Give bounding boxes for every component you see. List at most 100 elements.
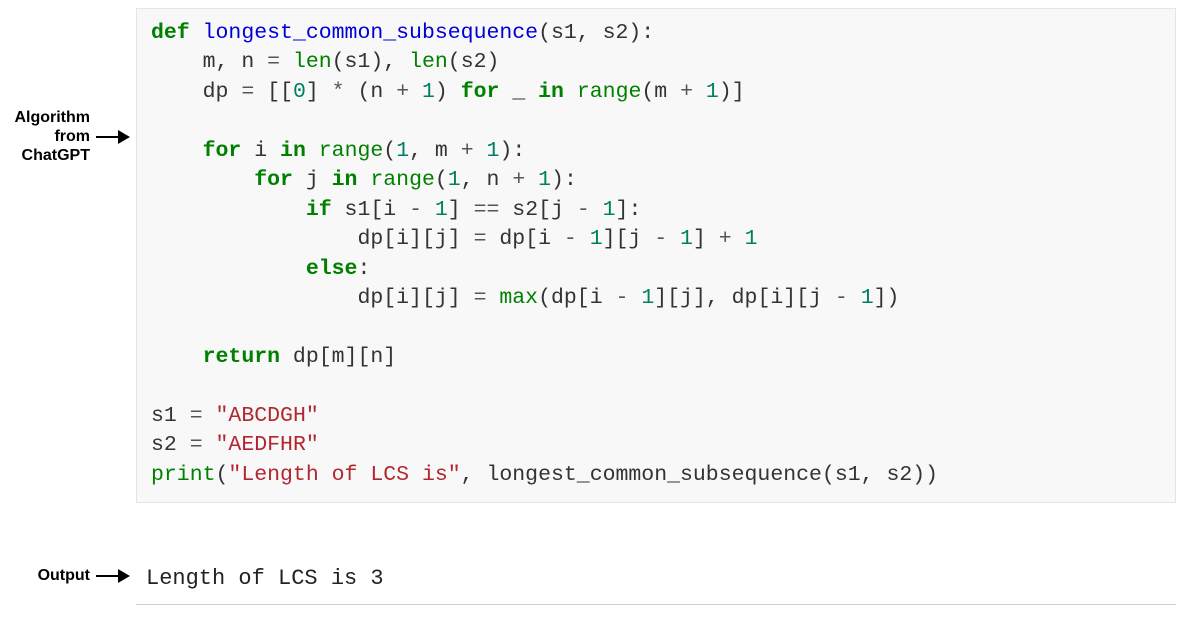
number: 1: [487, 139, 500, 163]
string-literal: "ABCDGH": [216, 404, 319, 428]
op: +: [680, 80, 693, 104]
op: +: [461, 139, 474, 163]
keyword-in: in: [332, 168, 358, 192]
op: -: [564, 227, 577, 251]
code-text: s1[i: [332, 198, 409, 222]
arrow-icon: [96, 130, 130, 144]
number: 1: [603, 198, 616, 222]
code-text: j: [293, 168, 332, 192]
code-text: (s1),: [332, 50, 409, 74]
code-text: dp[m][n]: [280, 345, 396, 369]
op: =: [267, 50, 280, 74]
code-text: s2: [151, 433, 190, 457]
builtin-max: max: [499, 286, 538, 310]
op: -: [835, 286, 848, 310]
number: 1: [435, 198, 448, 222]
number: 1: [590, 227, 603, 251]
code-text: ][j: [603, 227, 655, 251]
op: =: [474, 286, 487, 310]
code-text: ]:: [616, 198, 642, 222]
arrow-icon: [96, 569, 130, 583]
code-text: ,: [461, 168, 487, 192]
code-text: [306, 139, 319, 163]
code-text: ): [435, 80, 461, 104]
op: +: [396, 80, 409, 104]
divider: [136, 604, 1176, 605]
number: 1: [745, 227, 758, 251]
code-text: )]: [719, 80, 745, 104]
code-text: :: [357, 257, 370, 281]
code-text: (: [216, 463, 229, 487]
code-text: m, n: [203, 50, 268, 74]
builtin-range: range: [370, 168, 435, 192]
code-text: , longest_common_subsequence(s1, s2)): [461, 463, 938, 487]
code-text: s2[j: [499, 198, 576, 222]
code-text: (s2): [448, 50, 500, 74]
number: 1: [422, 80, 435, 104]
code-text: n: [487, 168, 513, 192]
builtin-range: range: [319, 139, 384, 163]
number: 1: [706, 80, 719, 104]
string-literal: "AEDFHR": [216, 433, 319, 457]
op: =: [241, 80, 254, 104]
code-text: [564, 80, 577, 104]
op: -: [616, 286, 629, 310]
keyword-def: def: [151, 21, 190, 45]
op: +: [719, 227, 732, 251]
op: ==: [474, 198, 500, 222]
code-text: ,: [409, 139, 435, 163]
code-text: ]): [874, 286, 900, 310]
number: 1: [861, 286, 874, 310]
number: 1: [680, 227, 693, 251]
op: +: [512, 168, 525, 192]
code-text: _: [499, 80, 538, 104]
code-text: ]: [306, 80, 332, 104]
code-text: (: [435, 168, 448, 192]
code-text: (s1, s2):: [538, 21, 654, 45]
code-text: ]: [448, 198, 474, 222]
keyword-if: if: [306, 198, 332, 222]
code-text: (n: [345, 80, 397, 104]
number: 1: [538, 168, 551, 192]
keyword-else: else: [306, 257, 358, 281]
code-text: [357, 168, 370, 192]
number: 0: [293, 80, 306, 104]
code-text: ):: [551, 168, 577, 192]
code-text: [280, 50, 293, 74]
algorithm-source-label: Algorithm from ChatGPT: [0, 108, 90, 166]
code-text: dp[i][j]: [357, 227, 473, 251]
code-text: dp: [203, 80, 242, 104]
code-text: m: [435, 139, 461, 163]
output-text: Length of LCS is 3: [146, 566, 384, 591]
code-text: (m: [641, 80, 680, 104]
code-text: dp[i][j]: [357, 286, 473, 310]
keyword-for: for: [254, 168, 293, 192]
op: =: [474, 227, 487, 251]
op: *: [332, 80, 345, 104]
code-text: dp[i: [486, 227, 563, 251]
keyword-for: for: [203, 139, 242, 163]
number: 1: [448, 168, 461, 192]
number: 1: [396, 139, 409, 163]
keyword-in: in: [280, 139, 306, 163]
code-text: [[: [254, 80, 293, 104]
code-text: ]: [693, 227, 719, 251]
builtin-print: print: [151, 463, 216, 487]
code-text: ][j], dp[i][j: [654, 286, 835, 310]
op: =: [190, 433, 203, 457]
builtin-len: len: [293, 50, 332, 74]
code-text: i: [241, 139, 280, 163]
keyword-return: return: [203, 345, 280, 369]
string-literal: "Length of LCS is": [228, 463, 460, 487]
code-block: def longest_common_subsequence(s1, s2): …: [136, 8, 1176, 503]
op: -: [654, 227, 667, 251]
code-text: ):: [499, 139, 525, 163]
code-text: (: [383, 139, 396, 163]
op: =: [190, 404, 203, 428]
func-name: longest_common_subsequence: [203, 21, 538, 45]
number: 1: [641, 286, 654, 310]
op: -: [409, 198, 422, 222]
op: -: [577, 198, 590, 222]
code-text: s1: [151, 404, 190, 428]
keyword-in: in: [538, 80, 564, 104]
